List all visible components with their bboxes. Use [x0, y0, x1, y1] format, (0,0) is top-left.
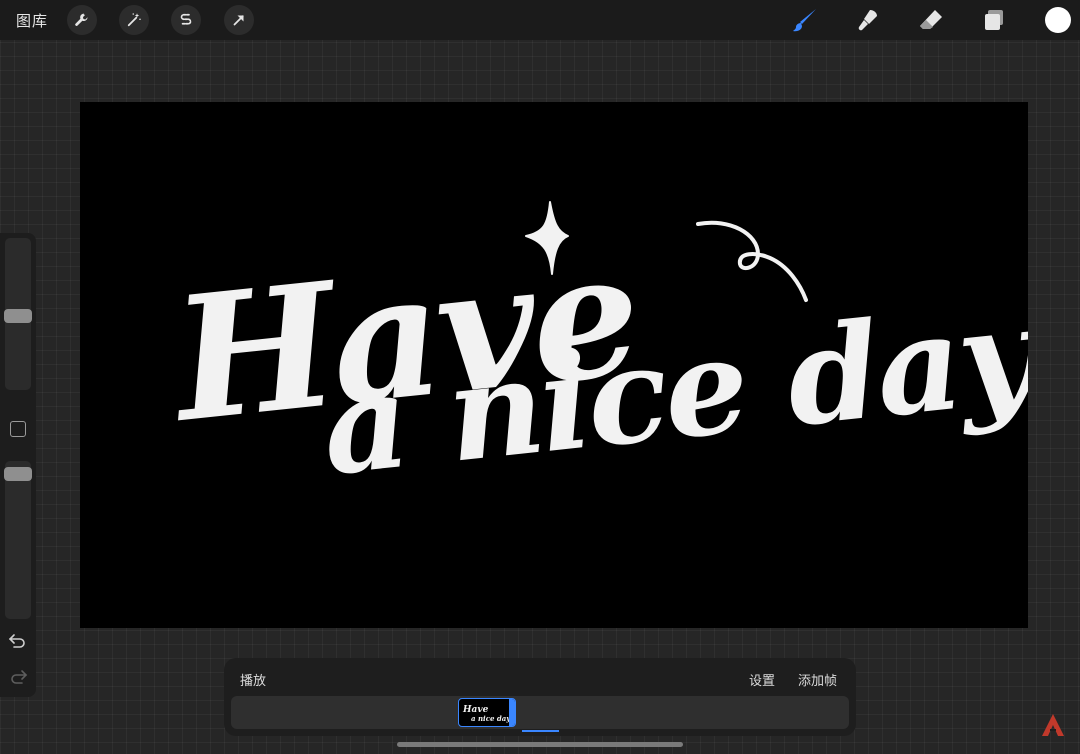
frame-preview-nice-day: a nice day — [471, 714, 511, 723]
adjustments-button[interactable] — [119, 5, 149, 35]
drawing-canvas[interactable]: Have a nice day — [80, 102, 1028, 628]
eraser-tool-button[interactable] — [915, 4, 947, 36]
add-frame-button[interactable]: 添加帧 — [798, 670, 837, 689]
selection-button[interactable] — [171, 5, 201, 35]
opacity-slider[interactable] — [5, 461, 31, 619]
wrench-icon — [75, 13, 88, 26]
transform-button[interactable] — [224, 5, 254, 35]
smudge-tool-button[interactable] — [852, 4, 884, 36]
layers-button[interactable] — [978, 4, 1010, 36]
selection-icon — [180, 13, 192, 25]
opacity-thumb[interactable] — [4, 467, 32, 481]
timeline-playhead — [522, 730, 559, 732]
frame-strip[interactable]: Have a nice day — [231, 696, 849, 729]
lettering-artwork: Have a nice day — [161, 201, 1028, 506]
left-sidebar — [0, 233, 36, 697]
brand-logo-icon — [1042, 714, 1064, 736]
transform-arrow-icon — [233, 15, 244, 26]
procreate-app: 图库 Have a nice day 播放 设置 添加帧 Have a nice… — [0, 0, 1080, 754]
play-button[interactable]: 播放 — [240, 670, 266, 689]
layers-icon — [985, 10, 1003, 30]
redo-icon[interactable] — [8, 667, 28, 687]
settings-button[interactable]: 设置 — [749, 670, 775, 689]
frame-thumbnail[interactable]: Have a nice day — [458, 698, 516, 727]
eraser-icon — [920, 10, 942, 29]
modifier-square-icon[interactable] — [10, 421, 26, 437]
undo-icon[interactable] — [8, 631, 28, 651]
brush-tool-button[interactable] — [789, 4, 821, 36]
animation-timeline: 播放 设置 添加帧 Have a nice day — [224, 658, 856, 736]
top-toolbar: 图库 — [0, 0, 1080, 40]
gallery-button[interactable]: 图库 — [16, 10, 48, 31]
smudge-icon — [858, 10, 877, 31]
frame-preview: Have a nice day — [462, 705, 511, 723]
home-indicator[interactable] — [397, 742, 683, 747]
actions-button[interactable] — [67, 5, 97, 35]
brush-icon — [793, 9, 816, 32]
color-picker-button[interactable] — [1045, 7, 1071, 33]
brush-size-thumb[interactable] — [4, 309, 32, 323]
magic-wand-icon — [127, 13, 141, 27]
